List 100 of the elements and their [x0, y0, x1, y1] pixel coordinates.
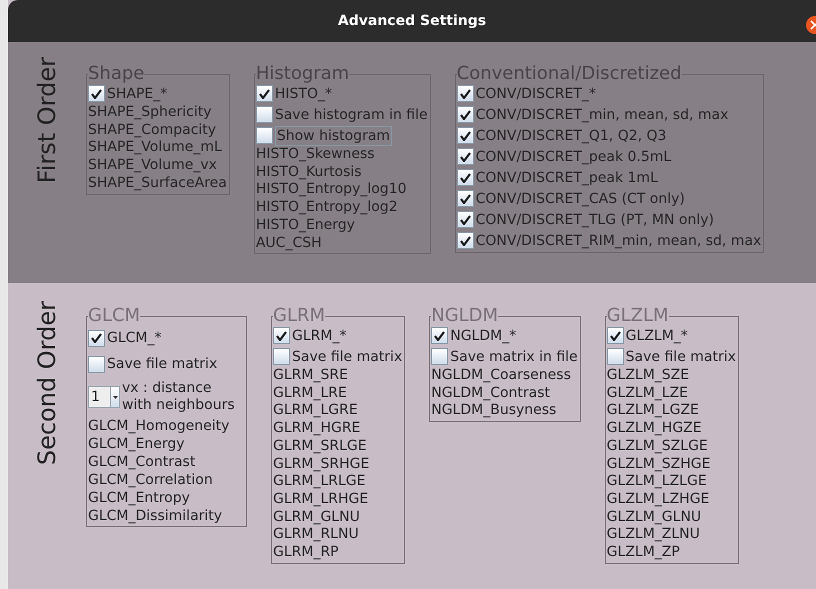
checkbox[interactable]: [431, 348, 448, 365]
feature-label: GLZLM_LZHGE: [606, 490, 710, 509]
checkbox-label[interactable]: Save file matrix: [107, 355, 218, 373]
feature-label: GLRM_LGRE: [273, 402, 359, 420]
checkbox[interactable]: [88, 356, 105, 372]
checkbox[interactable]: [606, 348, 624, 365]
checkbox-label[interactable]: CONV/DISCRET_Q1, Q2, Q3: [476, 126, 666, 144]
feature-label: GLZLM_LZLGE: [606, 473, 708, 491]
feature-label: GLCM_Entropy: [88, 489, 191, 507]
feature-label: GLRM_SRLGE: [273, 438, 368, 456]
feature-label: NGLDM_Coarseness: [431, 367, 572, 385]
checkbox-label[interactable]: Save histogram in file: [274, 106, 428, 124]
checkbox[interactable]: [456, 85, 474, 102]
check-icon: [460, 110, 471, 120]
checkbox-label[interactable]: Show histogram: [274, 126, 392, 146]
feature-label: GLZLM_SZHGE: [606, 456, 712, 474]
feature-label: GLRM_LRLGE: [273, 473, 366, 491]
feature-label: GLZLM_LGZE: [606, 402, 700, 420]
check-icon: [610, 330, 621, 340]
group-title: GLCM: [88, 307, 140, 325]
feature-label: GLRM_LRHGE: [273, 490, 370, 509]
checkbox[interactable]: [456, 190, 474, 207]
check-icon: [460, 236, 471, 246]
group-title: Conventional/Discretized: [456, 65, 682, 83]
feature-label: NGLDM_Contrast: [431, 384, 552, 402]
checkbox-label[interactable]: GLRM_*: [292, 326, 346, 344]
checkbox[interactable]: [456, 127, 474, 144]
check-icon: [276, 330, 287, 340]
group-title: NGLDM: [431, 307, 498, 325]
feature-label: GLRM_SRE: [273, 367, 349, 385]
check-icon: [460, 214, 471, 224]
check-icon: [460, 130, 471, 140]
checkbox[interactable]: [456, 232, 474, 249]
section-title: First Order: [35, 57, 59, 184]
check-icon: [460, 172, 471, 182]
feature-label: NGLDM_Busyness: [431, 402, 558, 420]
checkbox-label[interactable]: HISTO_*: [274, 84, 332, 102]
feature-label: GLCM_Correlation: [88, 471, 214, 489]
checkbox-label[interactable]: Save file matrix: [292, 348, 402, 366]
checkbox[interactable]: [606, 327, 624, 344]
feature-label: HISTO_Entropy_log2: [256, 199, 399, 217]
feature-label: GLRM_RP: [273, 544, 340, 562]
dropdown[interactable]: 1: [88, 386, 120, 408]
check-icon: [91, 88, 102, 98]
checkbox[interactable]: [256, 106, 273, 123]
feature-label: GLZLM_ZP: [606, 544, 681, 562]
feature-label: GLZLM_ZLNU: [606, 526, 701, 544]
window-title: Advanced Settings: [338, 12, 486, 30]
check-icon: [460, 194, 471, 204]
feature-label: GLRM_LRE: [273, 384, 348, 402]
checkbox[interactable]: [456, 169, 474, 186]
group-title: Shape: [88, 65, 144, 83]
group-title: Histogram: [256, 65, 350, 83]
feature-label: GLCM_Dissimilarity: [88, 507, 224, 525]
checkbox-label[interactable]: CONV/DISCRET_RIM_min, mean, sd, max: [476, 232, 762, 250]
checkbox[interactable]: [256, 85, 273, 102]
feature-label: HISTO_Skewness: [256, 146, 376, 164]
close-icon[interactable]: [806, 16, 816, 34]
checkbox-label[interactable]: NGLDM_*: [450, 326, 516, 344]
check-icon: [460, 88, 471, 98]
checkbox-label[interactable]: GLCM_*: [107, 329, 162, 347]
feature-label: GLCM_Contrast: [88, 453, 196, 471]
checkbox-label[interactable]: CONV/DISCRET_CAS (CT only): [476, 190, 685, 208]
checkbox[interactable]: [256, 127, 273, 144]
checkbox-label[interactable]: CONV/DISCRET_*: [476, 84, 596, 102]
checkbox[interactable]: [273, 348, 290, 365]
checkbox[interactable]: [88, 85, 105, 102]
feature-label: SHAPE_Compacity: [88, 122, 218, 140]
feature-label: HISTO_Kurtosis: [256, 164, 363, 182]
feature-label: AUC_CSH: [256, 234, 323, 252]
feature-label: GLRM_HGRE: [273, 420, 362, 438]
feature-label: SHAPE_Volume_mL: [88, 139, 223, 158]
feature-label: GLRM_RLNU: [273, 526, 360, 544]
checkbox[interactable]: [456, 211, 474, 228]
feature-label: GLZLM_HGZE: [606, 420, 703, 438]
caret-icon: [112, 396, 118, 398]
checkbox-label[interactable]: CONV/DISCRET_min, mean, sd, max: [476, 106, 728, 124]
checkbox[interactable]: [456, 148, 474, 165]
group-title: GLZLM: [606, 307, 669, 325]
checkbox-label[interactable]: GLZLM_*: [626, 326, 688, 344]
feature-label: GLRM_SRHGE: [273, 456, 370, 474]
feature-label: GLZLM_SZE: [606, 367, 690, 385]
section-title: Second Order: [35, 301, 59, 466]
check-icon: [460, 152, 471, 162]
checkbox[interactable]: [431, 327, 448, 344]
checkbox-label[interactable]: CONV/DISCRET_TLG (PT, MN only): [476, 210, 714, 228]
group-title: GLRM: [273, 307, 326, 325]
checkbox-label[interactable]: CONV/DISCRET_peak 0.5mL: [476, 148, 672, 166]
checkbox-label[interactable]: CONV/DISCRET_peak 1mL: [476, 168, 658, 186]
feature-label: GLZLM_GLNU: [606, 508, 702, 526]
feature-label: SHAPE_SurfaceArea: [88, 174, 227, 193]
checkbox[interactable]: [456, 106, 474, 123]
feature-label: HISTO_Energy: [256, 216, 356, 235]
checkbox-label[interactable]: SHAPE_*: [107, 84, 168, 102]
checkbox[interactable]: [88, 330, 105, 346]
feature-label: GLZLM_SZLGE: [606, 438, 709, 456]
checkbox-label[interactable]: Save file matrix: [626, 348, 736, 366]
feature-label: GLZLM_LZE: [606, 384, 690, 402]
checkbox-label[interactable]: Save matrix in file: [450, 348, 578, 366]
checkbox[interactable]: [273, 327, 290, 344]
